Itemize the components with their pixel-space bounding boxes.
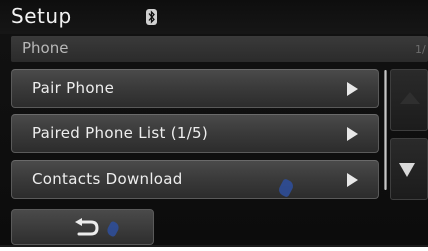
triangle-down-icon (399, 163, 415, 177)
play-arrow-icon (347, 127, 358, 141)
menu-item-label: Pair Phone (32, 79, 115, 97)
play-arrow-icon (347, 173, 358, 187)
triangle-up-icon (400, 92, 420, 104)
bottom-strip (0, 245, 428, 247)
return-arrow-icon (72, 218, 100, 238)
menu-item-label: Paired Phone List (1/5) (32, 124, 209, 142)
pair-phone-button[interactable]: Pair Phone (11, 69, 379, 108)
back-button[interactable] (11, 209, 154, 245)
scroll-down-button[interactable] (390, 138, 428, 200)
section-header (11, 36, 428, 62)
menu-item-label: Contacts Download (32, 170, 183, 188)
paired-phone-list-button[interactable]: Paired Phone List (1/5) (11, 114, 379, 153)
section-title: Phone (22, 39, 69, 57)
contacts-download-button[interactable]: Contacts Download (11, 160, 379, 199)
page-title: Setup (11, 4, 72, 28)
page-indicator: 1/ (415, 43, 426, 56)
title-bar: Setup (0, 0, 428, 34)
head-unit-screen: Setup Phone 1/ Pair Phone Paired Phone L… (0, 0, 428, 251)
list-divider (384, 70, 387, 190)
bluetooth-icon (146, 9, 157, 25)
play-arrow-icon (347, 82, 358, 96)
scroll-up-button[interactable] (390, 69, 428, 131)
